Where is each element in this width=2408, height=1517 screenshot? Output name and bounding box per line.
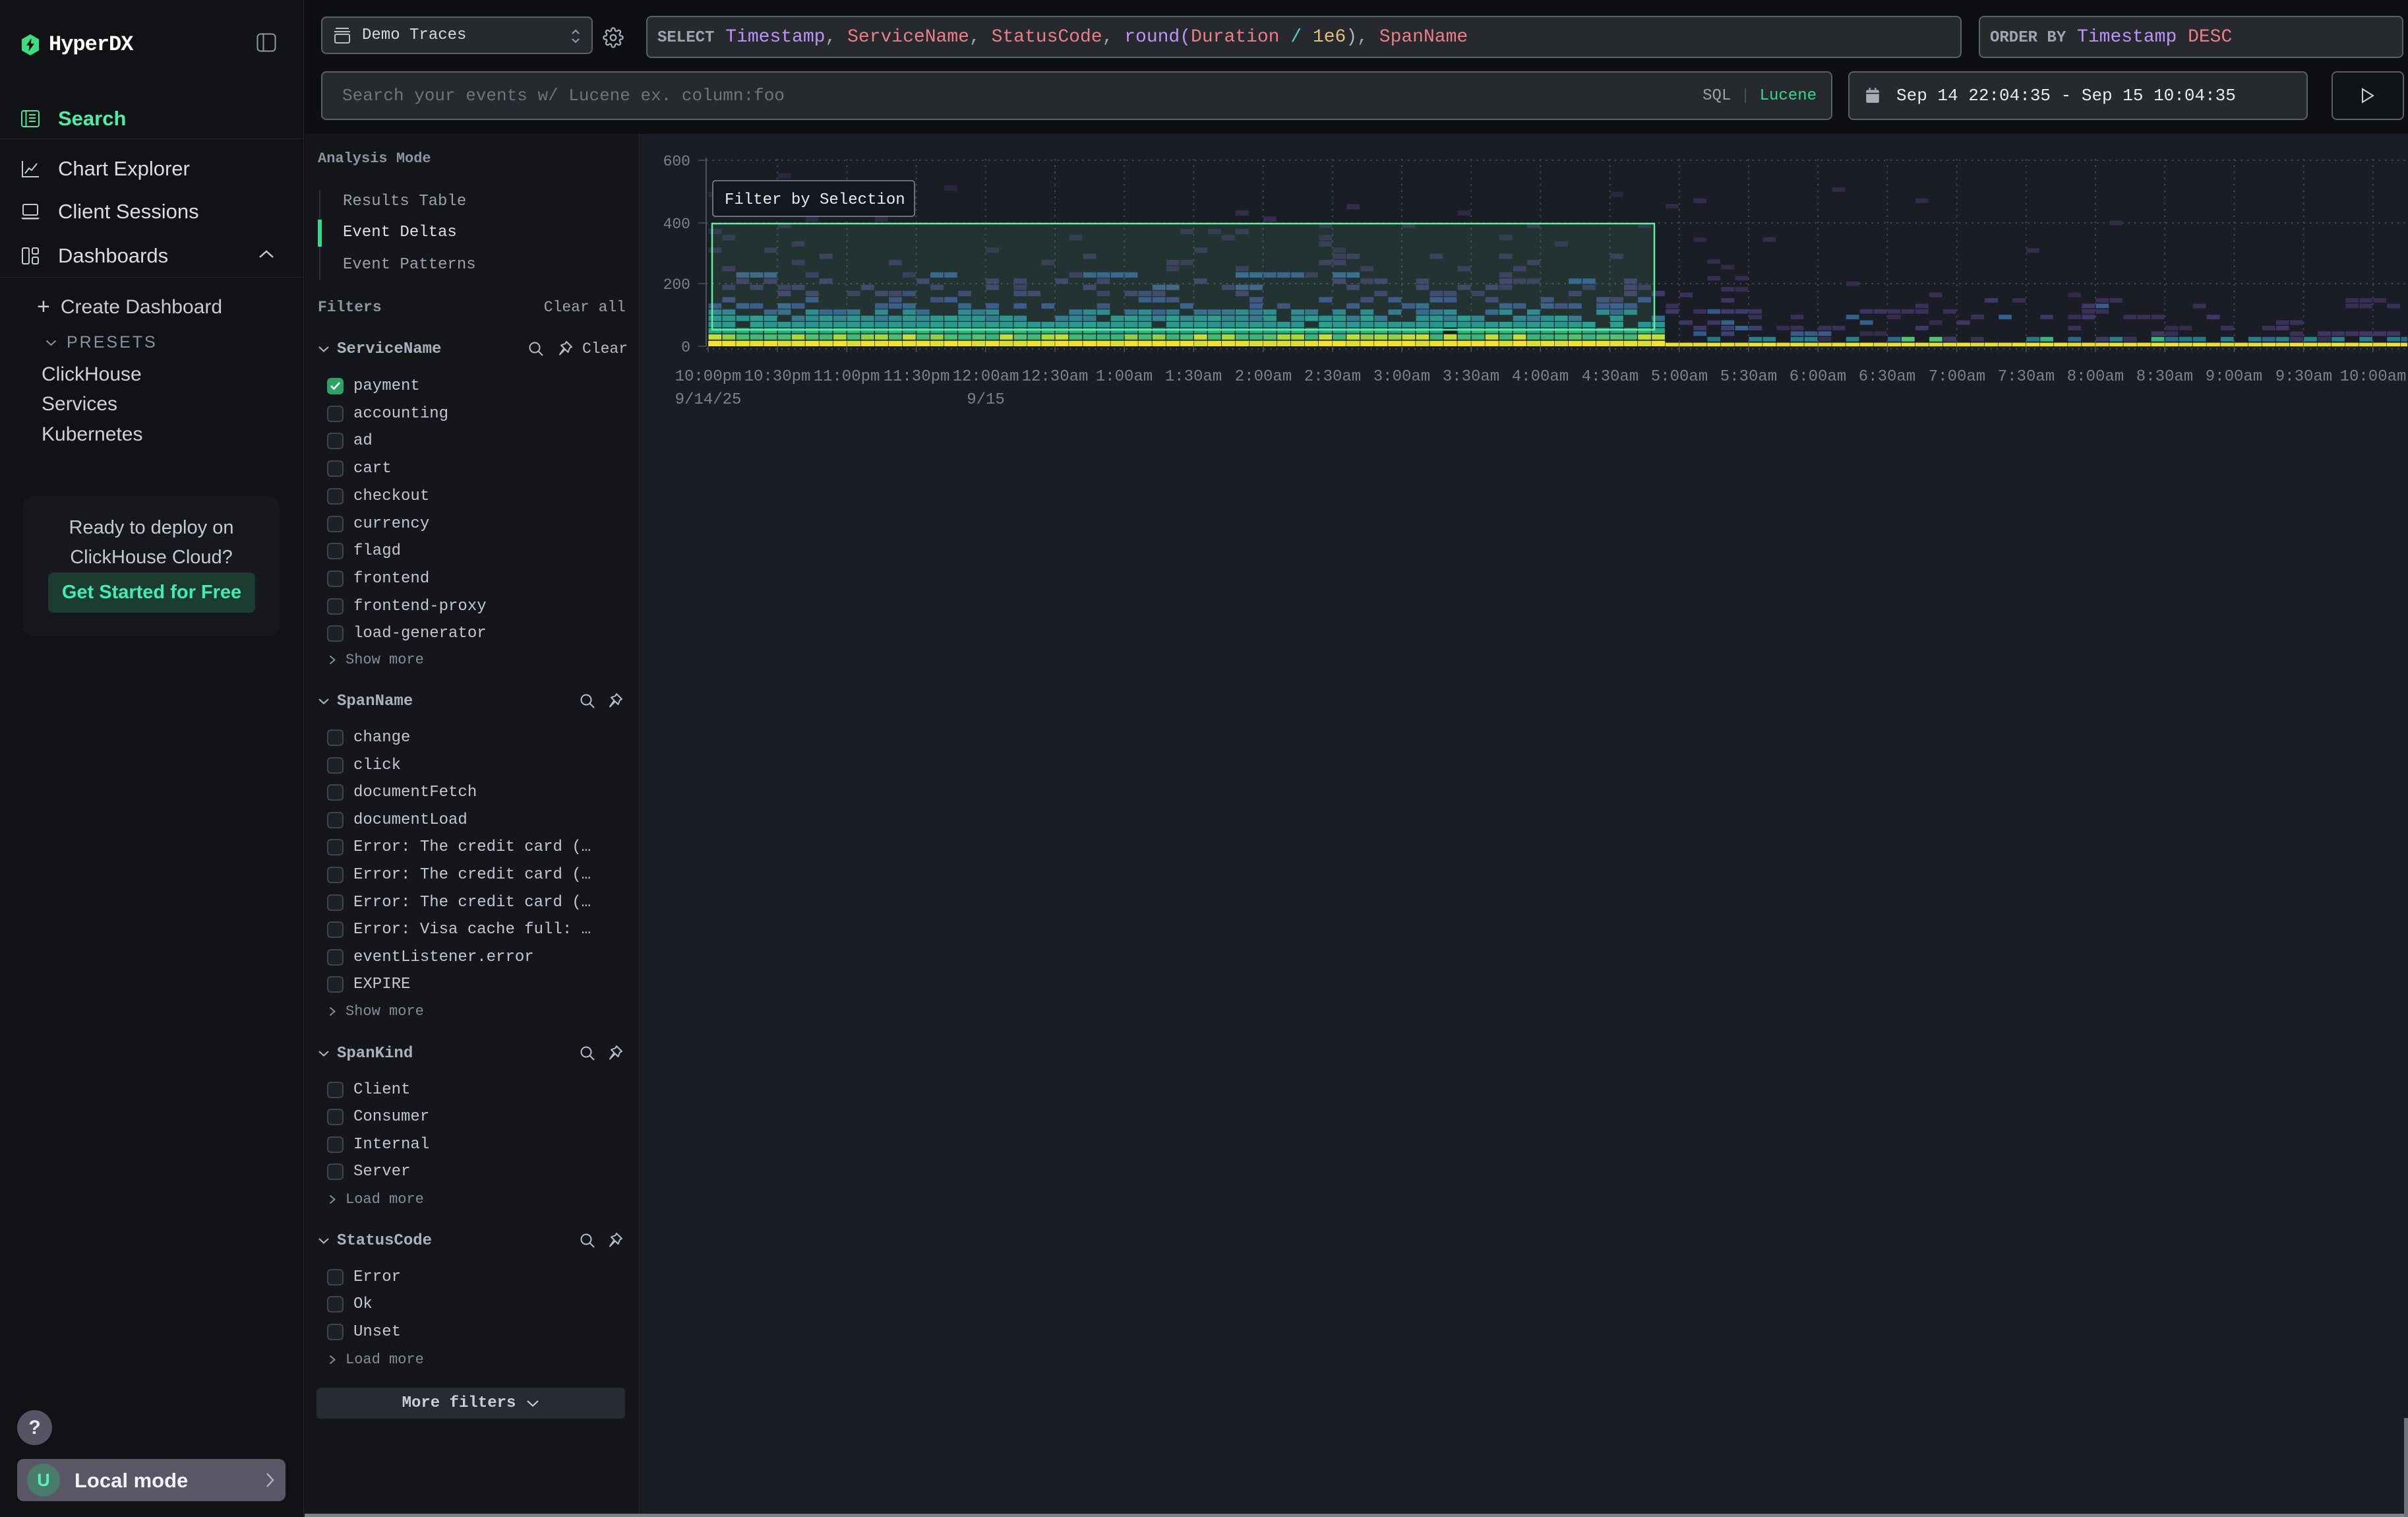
svg-text:4:30am: 4:30am: [1582, 368, 1639, 386]
svg-text:1:00am: 1:00am: [1096, 368, 1153, 386]
svg-text:5:00am: 5:00am: [1651, 368, 1708, 386]
svg-text:5:30am: 5:30am: [1720, 368, 1777, 386]
svg-text:2:30am: 2:30am: [1304, 368, 1361, 386]
svg-text:8:00am: 8:00am: [2067, 368, 2124, 386]
svg-text:11:30pm: 11:30pm: [884, 368, 950, 386]
svg-text:6:30am: 6:30am: [1859, 368, 1915, 386]
svg-text:0: 0: [681, 339, 690, 356]
svg-text:4:00am: 4:00am: [1512, 368, 1569, 386]
svg-text:7:00am: 7:00am: [1929, 368, 1985, 386]
svg-text:8:30am: 8:30am: [2136, 368, 2193, 386]
svg-text:9:30am: 9:30am: [2275, 368, 2332, 386]
svg-text:10:30pm: 10:30pm: [744, 368, 811, 386]
svg-text:3:30am: 3:30am: [1443, 368, 1499, 386]
svg-text:7:30am: 7:30am: [1998, 368, 2055, 386]
svg-text:10:00am: 10:00am: [2340, 368, 2407, 386]
svg-text:2:00am: 2:00am: [1235, 368, 1292, 386]
svg-text:Filter by Selection: Filter by Selection: [725, 191, 905, 209]
svg-text:6:00am: 6:00am: [1790, 368, 1846, 386]
svg-text:1:30am: 1:30am: [1165, 368, 1222, 386]
svg-text:3:00am: 3:00am: [1373, 368, 1430, 386]
svg-text:9/14/25: 9/14/25: [675, 391, 742, 409]
svg-text:12:00am: 12:00am: [953, 368, 1019, 386]
svg-text:11:00pm: 11:00pm: [814, 368, 880, 386]
svg-text:12:30am: 12:30am: [1022, 368, 1089, 386]
svg-text:600: 600: [663, 153, 690, 170]
svg-text:10:00pm: 10:00pm: [675, 368, 742, 386]
svg-text:9/15: 9/15: [967, 391, 1005, 409]
svg-text:9:00am: 9:00am: [2206, 368, 2262, 386]
svg-text:400: 400: [663, 216, 690, 233]
svg-text:200: 200: [663, 276, 690, 294]
